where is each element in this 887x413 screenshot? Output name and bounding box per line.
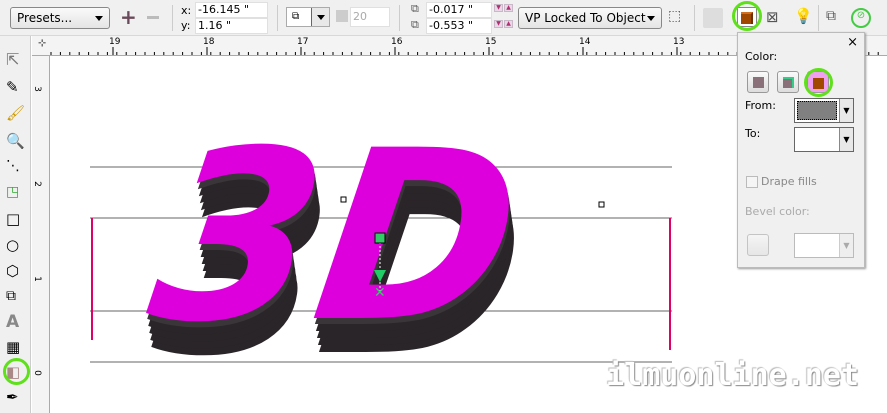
presets-label: Presets... xyxy=(17,11,73,25)
x-position-input[interactable]: -16.145 " xyxy=(195,2,268,18)
decrement-button[interactable]: ▼ xyxy=(494,20,503,28)
toolbox: ⇱ ✎ 🖌 🔍 ⋱ ◳ □ ○ ⬡ ⧉ A ▦ ◧ ✒ xyxy=(0,36,31,413)
chevron-down-icon: ▼ xyxy=(839,234,853,257)
polygon-tool-icon[interactable]: ⬡ xyxy=(6,262,26,282)
text-tool-icon[interactable]: A xyxy=(6,312,26,332)
ruler-label: 15 xyxy=(485,37,497,47)
ruler-label: 3 xyxy=(31,86,42,92)
presets-dropdown[interactable]: Presets... xyxy=(10,7,110,29)
ruler-label: 19 xyxy=(109,37,121,47)
vp-copy-icon[interactable]: ⬚ xyxy=(668,8,688,28)
increment-button[interactable]: ▲ xyxy=(504,20,513,28)
extrude-color-panel: × Color: From: ▼ To: ▼ Drape fills Bevel… xyxy=(737,32,865,268)
y-label: y: xyxy=(181,19,191,32)
bevel-color-picker[interactable]: ▼ xyxy=(794,233,854,258)
shape-tool-icon[interactable]: ✎ xyxy=(6,78,26,98)
copy-extrusion-icon[interactable]: ⧉ xyxy=(826,8,846,28)
eyedropper-tool-icon[interactable]: ✒ xyxy=(6,388,26,408)
chevron-down-icon: ▼ xyxy=(839,128,853,151)
highlight-ring xyxy=(732,1,762,31)
to-color-picker[interactable]: ▼ xyxy=(794,127,854,152)
highlight-ring xyxy=(3,358,30,385)
increment-button[interactable]: ▲ xyxy=(504,4,513,12)
from-label: From: xyxy=(745,99,776,112)
ruler-label: 2 xyxy=(31,181,42,187)
chevron-down-icon xyxy=(95,16,103,21)
remove-preset-icon[interactable] xyxy=(147,16,159,19)
clear-extrusion-icon[interactable]: ⊘ xyxy=(851,8,871,28)
x-label: x: xyxy=(181,4,192,17)
from-color-picker[interactable]: ▼ xyxy=(794,98,854,123)
vanishing-point-x-icon: ⧉ xyxy=(411,2,419,15)
vanishing-point-dropdown[interactable]: VP Locked To Object xyxy=(518,7,662,29)
smart-fill-icon[interactable]: ◳ xyxy=(6,184,26,204)
smudge-tool-icon[interactable]: 🖌 xyxy=(6,104,26,124)
basic-shapes-icon[interactable]: ⧉ xyxy=(6,288,26,308)
use-object-fill-button[interactable] xyxy=(747,71,769,93)
extrude-rotation-icon[interactable] xyxy=(703,8,723,28)
to-label: To: xyxy=(745,127,761,140)
vanishing-point-y-input[interactable]: -0.553 " xyxy=(426,18,492,34)
zoom-tool-icon[interactable]: 🔍 xyxy=(6,132,26,152)
vanishing-point-y-icon: ⧉ xyxy=(411,18,419,31)
y-position-input[interactable]: 1.16 " xyxy=(195,18,268,34)
ruler-label: 1 xyxy=(31,276,42,282)
extrusion-3d[interactable]: 3D 3D 3D 3D 3D 3D xyxy=(133,100,545,408)
rectangle-tool-icon[interactable]: □ xyxy=(6,210,26,230)
drape-fills-checkbox[interactable] xyxy=(746,176,758,188)
color-label: Color: xyxy=(745,50,778,63)
add-preset-icon[interactable]: + xyxy=(120,7,137,27)
ruler-label: 18 xyxy=(203,37,215,47)
drape-fills-label: Drape fills xyxy=(761,175,817,188)
extrusion-face: 3D xyxy=(137,100,534,374)
bevel-color-label: Bevel color: xyxy=(745,205,810,218)
extrusion-type-dropdown[interactable]: ⧉ xyxy=(286,7,330,27)
lighting-icon[interactable]: 💡 xyxy=(794,7,814,27)
chevron-down-icon: ▼ xyxy=(839,99,853,122)
ruler-label: 16 xyxy=(391,37,403,47)
close-icon[interactable]: × xyxy=(847,35,858,50)
bevel-color-button[interactable] xyxy=(747,234,769,256)
pick-tool-icon[interactable]: ⇱ xyxy=(6,50,26,70)
vanishing-point-x-input[interactable]: -0.017 " xyxy=(426,2,492,18)
table-tool-icon[interactable]: ▦ xyxy=(6,338,26,358)
ruler-label: 14 xyxy=(579,37,591,47)
extrusion-type-icon: ⧉ xyxy=(292,11,300,22)
vanishing-point-label: VP Locked To Object xyxy=(525,11,646,25)
decrement-button[interactable]: ▼ xyxy=(494,4,503,12)
depth-input[interactable]: 20 xyxy=(350,7,390,27)
freehand-tool-icon[interactable]: ⋱ xyxy=(6,158,26,178)
watermark: ilmuonline.net xyxy=(606,358,859,393)
bevel-icon[interactable]: ⊠ xyxy=(766,8,786,28)
use-solid-color-button[interactable] xyxy=(777,71,799,93)
extrusion-handle[interactable] xyxy=(374,232,386,244)
chevron-down-icon xyxy=(647,16,655,21)
vanishing-point-icon[interactable]: ✕ xyxy=(374,285,386,301)
property-bar: Presets... + x: -16.145 " y: 1.16 " ⧉ 20… xyxy=(0,0,887,36)
chevron-down-icon xyxy=(317,15,325,20)
ruler-label: 17 xyxy=(297,37,309,47)
ruler-label: 13 xyxy=(673,37,685,47)
depth-icon xyxy=(336,10,348,22)
ruler-label: 0 xyxy=(31,370,42,376)
vertical-ruler: 3 2 1 0 xyxy=(32,56,50,413)
highlight-ring xyxy=(804,68,833,97)
ellipse-tool-icon[interactable]: ○ xyxy=(6,236,26,256)
